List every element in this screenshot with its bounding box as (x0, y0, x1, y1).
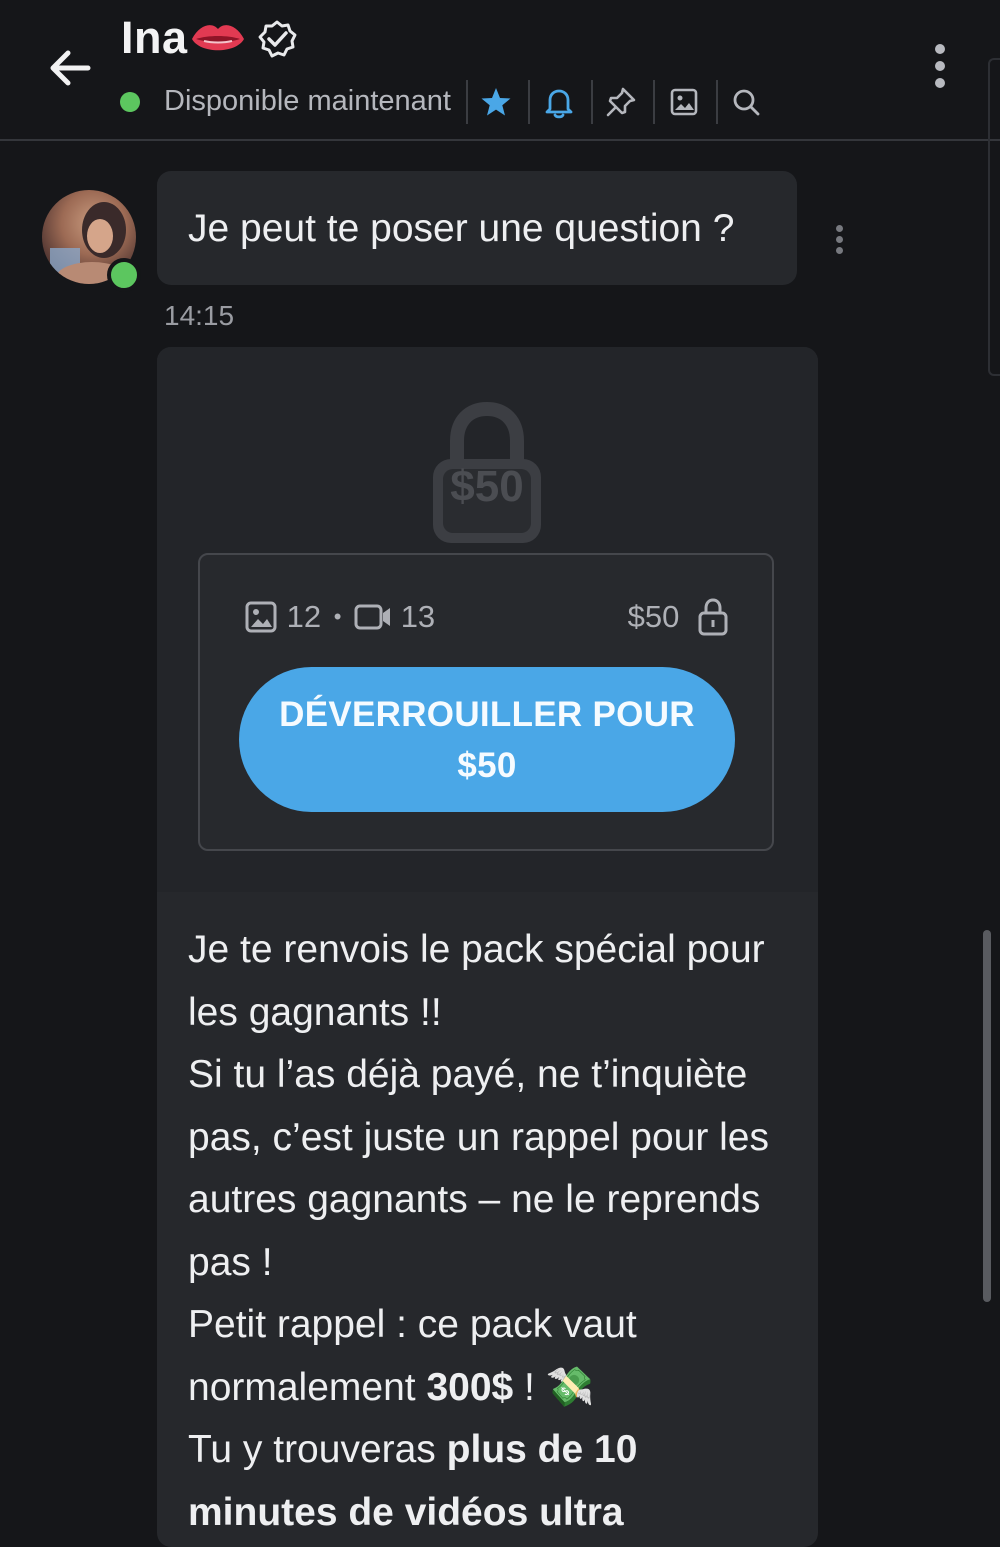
locked-message-bubble: $50 12 • 13 $50 DÉVERROUILLER POUR $50 J… (157, 347, 818, 1547)
divider (528, 80, 530, 124)
online-indicator (107, 258, 141, 292)
message-paragraph: Petit rappel : ce pack vaut normalement … (188, 1303, 637, 1409)
message-paragraph: Si tu l’as déjà payé, ne t’inquiète pas,… (188, 1053, 770, 1284)
image-icon[interactable] (666, 84, 702, 120)
price-value: $50 (627, 598, 680, 634)
image-count: 12 (286, 598, 322, 634)
price-tag: $50 (628, 597, 728, 636)
message-options-icon[interactable] (833, 225, 845, 261)
unlock-button-price: $50 (457, 746, 517, 785)
message-bubble[interactable]: Je peut te poser une question ? (157, 171, 797, 285)
star-icon[interactable] (478, 84, 514, 120)
message-text: Je peut te poser une question ? (188, 207, 735, 250)
back-arrow-icon[interactable] (44, 42, 96, 94)
divider (653, 80, 655, 124)
video-count-icon (354, 604, 391, 630)
unlock-button-label: DÉVERROUILLER POUR (279, 695, 695, 734)
scrollbar-thumb[interactable] (983, 930, 991, 1302)
scroll-edge (988, 58, 1000, 376)
divider (591, 80, 593, 124)
search-icon[interactable] (728, 84, 764, 120)
more-vertical-icon[interactable] (925, 44, 955, 94)
pin-icon[interactable] (603, 84, 639, 120)
divider (716, 80, 718, 124)
image-count-icon (245, 601, 277, 633)
lock-price-label: $50 (450, 462, 524, 511)
chat-header: Ina Disponible maintenant (0, 0, 1000, 141)
locked-media-preview: $50 12 • 13 $50 DÉVERROUILLER POUR $50 (157, 347, 818, 892)
price-highlight: 300$ (426, 1365, 514, 1409)
message-paragraph: Tu y trouveras plus de 10 minutes de vid… (188, 1428, 638, 1534)
verified-badge-icon (258, 20, 297, 58)
video-count: 13 (400, 598, 436, 634)
bell-icon[interactable] (541, 84, 577, 120)
contact-name[interactable]: Ina (121, 12, 188, 64)
lips-emoji-icon (192, 25, 244, 51)
small-lock-icon (698, 598, 728, 636)
message-body: Je te renvois le pack spécial pour les g… (188, 919, 788, 1544)
online-status-dot (120, 92, 140, 112)
message-paragraph: Je te renvois le pack spécial pour les g… (188, 928, 765, 1034)
media-counts: 12 • 13 (244, 597, 435, 635)
purchase-card: 12 • 13 $50 DÉVERROUILLER POUR $50 (198, 553, 774, 851)
separator-dot: • (333, 603, 342, 629)
unlock-button[interactable]: DÉVERROUILLER POUR $50 (239, 667, 735, 812)
availability-status: Disponible maintenant (164, 85, 451, 117)
message-time: 14:15 (164, 300, 235, 331)
divider (466, 80, 468, 124)
